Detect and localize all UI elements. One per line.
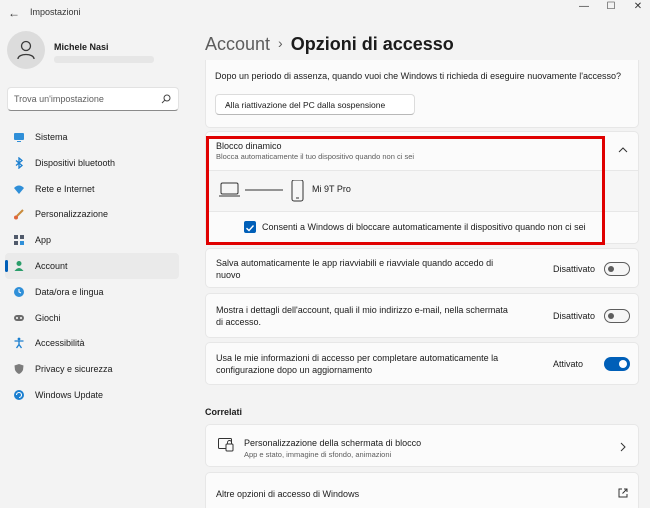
lock-screen-title: Personalizzazione della schermata di blo…: [244, 438, 422, 448]
accessibility-icon: [14, 337, 24, 349]
close-icon[interactable]: ✕: [624, 0, 650, 14]
sidebar-item-personalizzazione[interactable]: Personalizzazione: [5, 201, 179, 227]
search-box[interactable]: [7, 87, 179, 111]
sidebar-item-sistema[interactable]: Sistema: [5, 124, 179, 150]
breadcrumb-parent[interactable]: Account: [205, 34, 270, 54]
account-details-toggle[interactable]: [604, 309, 630, 323]
autocomplete-signin-toggle[interactable]: [604, 357, 630, 371]
external-link-icon: [618, 488, 628, 498]
monitor-icon: [14, 133, 24, 142]
sidebar-item-privacy[interactable]: Privacy e sicurezza: [5, 356, 179, 382]
toggle-state-label: Attivato: [553, 359, 584, 369]
sidebar-item-label: Sistema: [35, 132, 68, 142]
sidebar-item-account[interactable]: Account: [5, 252, 179, 279]
apps-icon: [14, 235, 24, 246]
sidebar-nav: Sistema Dispositivi bluetooth Rete e Int…: [5, 124, 179, 408]
chevron-down-icon: ⌄: [225, 101, 231, 108]
brush-icon: [14, 209, 24, 220]
away-dropdown[interactable]: Alla riattivazione del PC dalla sospensi…: [215, 94, 415, 115]
sidebar-item-bluetooth[interactable]: Dispositivi bluetooth: [5, 150, 179, 176]
sidebar-item-label: Account: [35, 260, 68, 271]
gamepad-icon: [14, 314, 24, 321]
related-section-title: Correlati: [205, 407, 243, 417]
restart-apps-toggle[interactable]: [604, 262, 630, 276]
sidebar-item-label: Rete e Internet: [35, 183, 95, 194]
toggle-state-label: Disattivato: [553, 264, 596, 274]
sidebar-item-label: App: [35, 235, 52, 246]
sidebar-item-rete[interactable]: Rete e Internet: [5, 176, 179, 202]
setting-label-line2: di accesso.: [216, 317, 262, 327]
title-bar: ← Impostazioni — ☐ ✕: [0, 0, 650, 26]
maximize-icon[interactable]: ☐: [597, 0, 625, 14]
breadcrumb-separator: ›: [278, 35, 283, 51]
page-title: Opzioni di accesso: [290, 34, 454, 54]
annotation-highlight-box: [206, 136, 605, 245]
update-icon: [14, 389, 24, 400]
user-icon: [17, 40, 35, 60]
avatar[interactable]: [7, 31, 45, 69]
back-arrow-icon[interactable]: ←: [6, 5, 22, 21]
more-signin-options-link[interactable]: Altre opzioni di accesso di Windows: [205, 472, 639, 508]
setting-label-line1: Usa le mie informazioni di accesso per c…: [216, 353, 499, 363]
user-name: Michele Nasi: [54, 42, 109, 52]
sidebar-item-label: Privacy e sicurezza: [35, 364, 113, 375]
setting-row-account-details: Mostra i dettagli dell'account, quali il…: [205, 293, 639, 338]
sidebar-item-data-ora[interactable]: Data/ora e lingua: [5, 279, 179, 305]
lock-screen-link[interactable]: Personalizzazione della schermata di blo…: [205, 424, 639, 467]
globe-clock-icon: [14, 286, 24, 297]
sidebar-item-accessibilita[interactable]: Accessibilità: [5, 330, 179, 356]
sidebar-item-windows-update[interactable]: Windows Update: [5, 382, 179, 408]
setting-row-autocomplete-signin: Usa le mie informazioni di accesso per c…: [205, 342, 639, 385]
lock-screen-icon: [218, 438, 234, 452]
user-email-redacted: [54, 56, 154, 63]
more-signin-options-title: Altre opzioni di accesso di Windows: [216, 489, 360, 499]
setting-label-line1: Mostra i dettagli dell'account, quali il…: [216, 305, 508, 315]
sidebar-item-label: Data/ora e lingua: [35, 286, 104, 297]
setting-label-line2: configurazione dopo un aggiornamento: [216, 365, 373, 375]
breadcrumb: Account › Opzioni di accesso: [205, 34, 454, 55]
sidebar-item-label: Personalizzazione: [35, 209, 109, 220]
sidebar-item-label: Dispositivi bluetooth: [35, 157, 116, 168]
toggle-state-label: Disattivato: [553, 311, 596, 321]
bluetooth-icon: [15, 156, 24, 169]
search-icon[interactable]: [161, 94, 171, 104]
sidebar-item-giochi[interactable]: Giochi: [5, 305, 179, 331]
setting-label-line1: Salva automaticamente le app riavviabili…: [216, 258, 494, 268]
search-input[interactable]: [14, 92, 154, 106]
sidebar-item-label: Accessibilità: [35, 338, 85, 349]
minimize-icon[interactable]: —: [570, 0, 598, 14]
chevron-up-icon[interactable]: [618, 146, 628, 154]
chevron-right-icon: [620, 442, 626, 452]
sidebar-item-label: Windows Update: [35, 389, 104, 400]
lock-screen-subtitle: App e stato, immagine di sfondo, animazi…: [244, 450, 392, 459]
shield-icon: [14, 364, 24, 375]
sidebar-item-app[interactable]: App: [5, 227, 179, 253]
setting-row-restart-apps: Salva automaticamente le app riavviabili…: [205, 248, 639, 288]
window-title: Impostazioni: [30, 7, 81, 17]
sidebar-item-label: Giochi: [35, 312, 61, 323]
away-question: Dopo un periodo di assenza, quando vuoi …: [215, 71, 621, 81]
person-icon: [14, 260, 24, 271]
setting-label-line2: nuovo: [216, 270, 241, 280]
wifi-icon: [14, 185, 24, 194]
